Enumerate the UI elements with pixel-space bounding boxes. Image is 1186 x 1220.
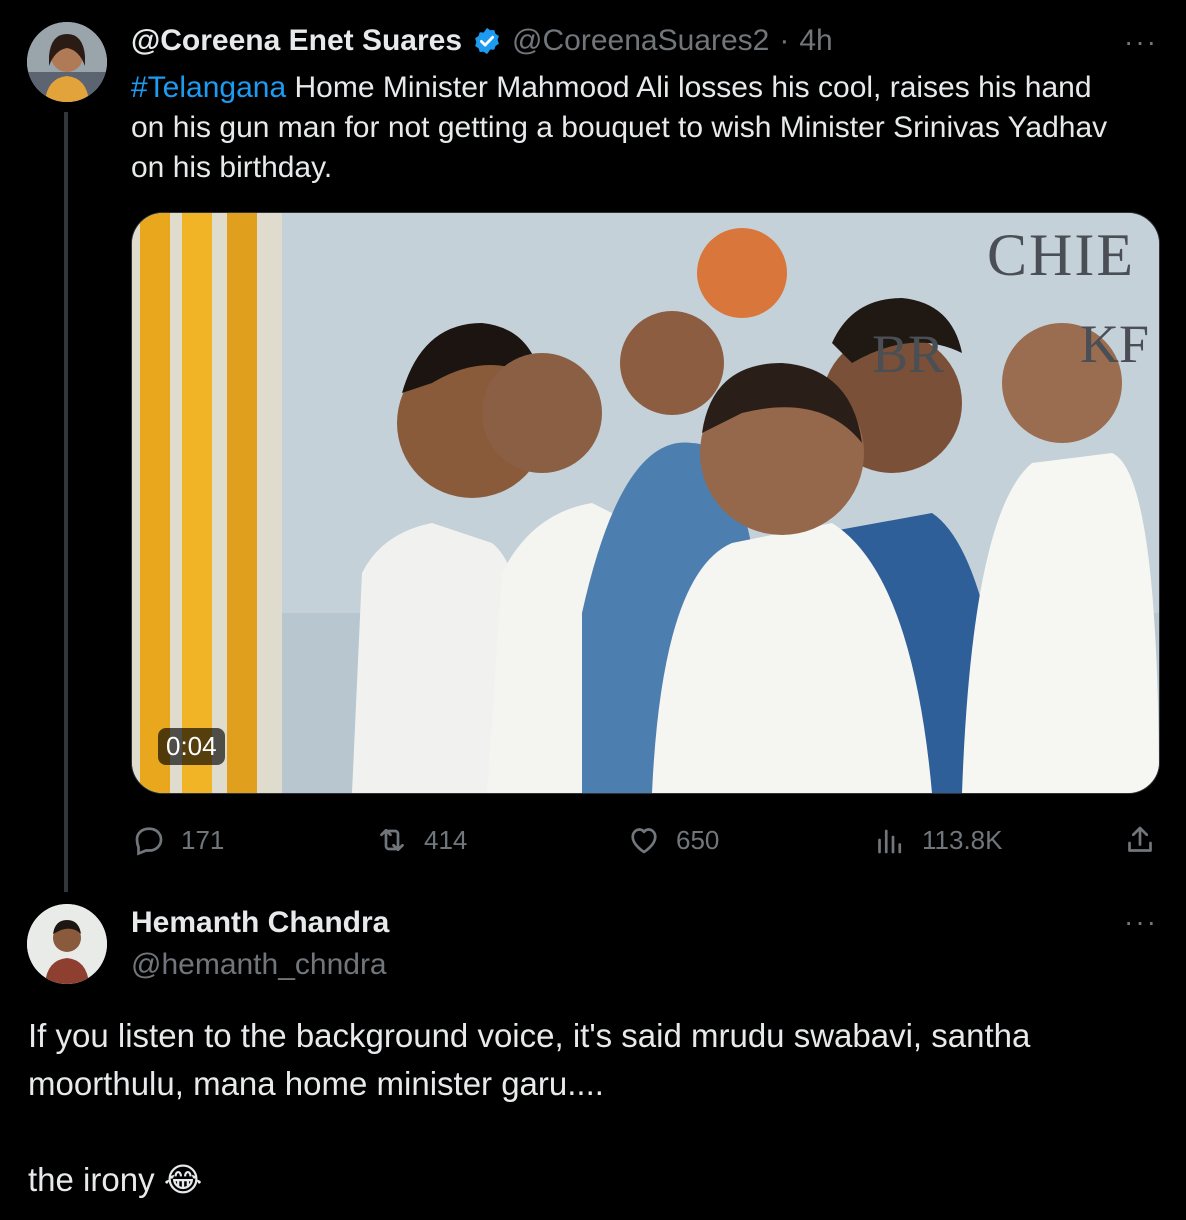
verified-badge-icon <box>475 27 499 55</box>
reply-author-display-name[interactable]: Hemanth Chandra <box>131 906 389 940</box>
video-banner-line1: CHIE <box>987 222 1135 288</box>
video-duration-badge: 0:04 <box>158 728 225 765</box>
tweet-header: @Coreena Enet Suares @CoreenaSuares2 · 4… <box>131 24 833 58</box>
crying-laughing-emoji-icon: 😂 <box>163 1161 203 1198</box>
tweet-text-line2: on his gun man for not getting a bouquet… <box>131 111 1108 144</box>
video-player[interactable]: CHIE BR KF 0:04 <box>131 212 1160 794</box>
reply-text-spacer <box>28 1108 1158 1156</box>
reply-more-options-button[interactable]: ··· <box>1124 906 1158 938</box>
reply-author-avatar-image <box>27 904 107 984</box>
reply-author-handle[interactable]: @hemanth_chndra <box>131 948 387 982</box>
reply-text-line2: moorthulu, mana home minister garu.... <box>28 1065 604 1102</box>
author-handle[interactable]: @CoreenaSuares2 <box>512 24 769 58</box>
header-separator: · <box>779 24 790 57</box>
video-banner-line2: BR <box>872 324 945 384</box>
heart-icon <box>631 828 657 854</box>
view-count: 113.8K <box>922 824 1003 855</box>
tweet-text-line3: on his birthday. <box>131 151 333 184</box>
retweet-count: 414 <box>424 824 468 855</box>
share-icon <box>1128 826 1152 852</box>
video-banner-line2-end: KF <box>1079 314 1149 374</box>
reply-text-line3-container: the irony 😂 <box>28 1156 1158 1204</box>
video-frame <box>132 213 1159 793</box>
reply-author-avatar[interactable] <box>27 904 107 984</box>
reply-text-line3: the irony <box>28 1161 155 1198</box>
retweet-icon <box>380 828 404 852</box>
like-count: 650 <box>676 824 720 855</box>
retweet-action[interactable]: 414 <box>374 820 467 860</box>
author-avatar-image <box>27 22 107 102</box>
share-button[interactable] <box>1122 820 1158 860</box>
reply-text: If you listen to the background voice, i… <box>28 1012 1158 1204</box>
reply-action[interactable]: 171 <box>131 820 224 860</box>
thread-line <box>64 112 68 892</box>
tweet-timestamp[interactable]: 4h <box>799 24 832 58</box>
views-action[interactable]: 113.8K <box>872 820 1002 860</box>
analytics-icon <box>878 829 902 854</box>
more-options-button[interactable]: ··· <box>1124 26 1158 58</box>
tweet-text-line1: Home Minister Mahmood Ali losses his coo… <box>286 71 1092 104</box>
like-action[interactable]: 650 <box>626 820 719 860</box>
author-display-name[interactable]: @Coreena Enet Suares <box>131 24 462 58</box>
tweet-text: #Telangana Home Minister Mahmood Ali los… <box>131 68 1151 188</box>
author-avatar[interactable] <box>27 22 107 102</box>
hashtag-link[interactable]: #Telangana <box>131 71 286 104</box>
reply-text-line1: If you listen to the background voice, i… <box>28 1017 1031 1054</box>
reply-count: 171 <box>181 824 225 855</box>
reply-icon <box>135 827 163 856</box>
